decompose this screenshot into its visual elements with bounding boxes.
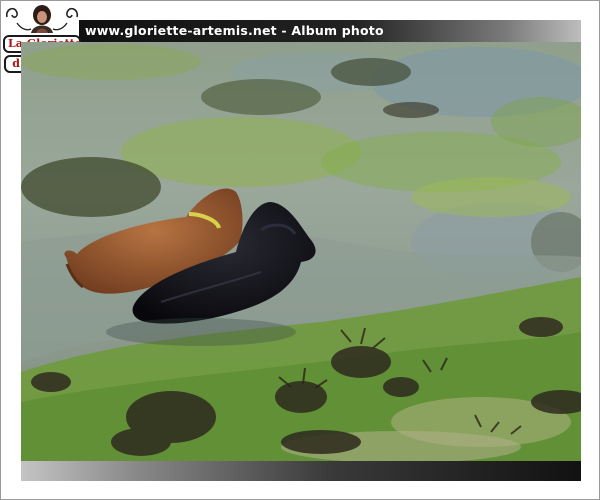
site-title: www.gloriette-artemis.net - Album photo xyxy=(85,23,384,38)
photo-image xyxy=(21,42,581,461)
album-photo[interactable] xyxy=(21,42,581,461)
album-frame: www.gloriette-artemis.net - Album photo … xyxy=(0,0,600,500)
header-bar: www.gloriette-artemis.net - Album photo xyxy=(79,20,581,42)
footer-bar xyxy=(21,461,581,481)
